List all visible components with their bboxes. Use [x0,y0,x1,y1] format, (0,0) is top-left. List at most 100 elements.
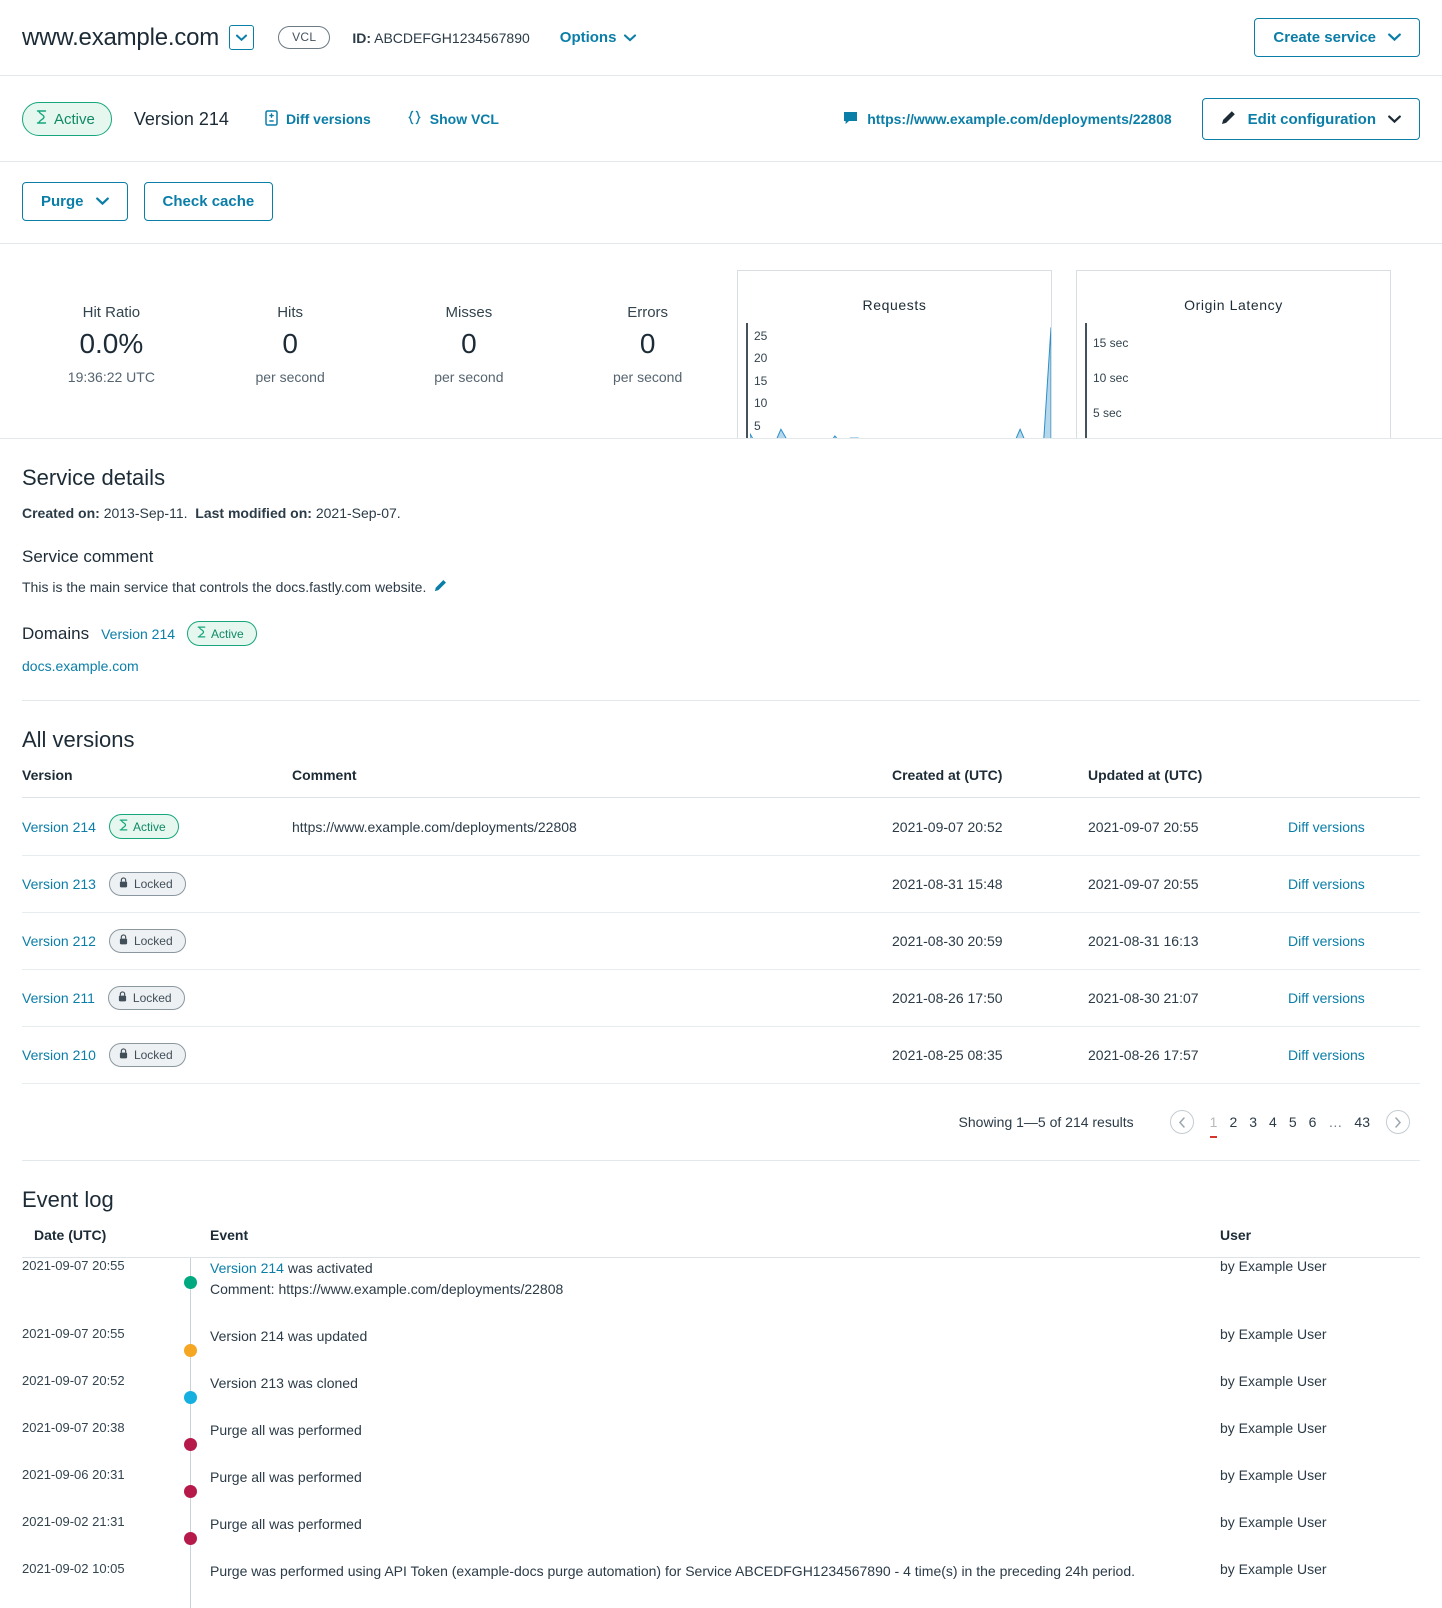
diff-versions-link[interactable]: Diff versions [1288,1047,1365,1063]
version-link[interactable]: Version 213 [22,876,96,892]
event-cell: Version 213 was cloned [210,1373,1220,1420]
domains-heading: Domains [22,624,89,644]
active-status-icon [36,110,47,128]
event-log-row: 2021-09-07 20:38Purge all was performedb… [22,1420,1420,1467]
deployment-url-link[interactable]: https://www.example.com/deployments/2280… [843,111,1171,128]
stat-hit-ratio: Hit Ratio 0.0% 19:36:22 UTC [22,304,201,385]
chevron-right-icon[interactable] [1386,1110,1410,1134]
event-version-link[interactable]: Version 214 [210,1260,284,1276]
event-log-row: 2021-09-06 20:31Purge all was performedb… [22,1467,1420,1514]
version-link[interactable]: Version 214 [22,819,96,835]
pagination-page[interactable]: 5 [1289,1111,1297,1136]
cell-updated-at: 2021-08-30 21:07 [1088,970,1288,1027]
cell-updated-at: 2021-09-07 20:55 [1088,798,1288,856]
show-vcl-link[interactable]: Show VCL [407,110,499,128]
event-date: 2021-09-07 20:55 [22,1258,172,1327]
origin-latency-chart[interactable]: Origin Latency 5 sec10 sec15 sec [1076,270,1391,439]
version-link[interactable]: Version 210 [22,1047,96,1063]
event-cell: Purge all was performed [210,1420,1220,1467]
pagination-page[interactable]: 43 [1354,1111,1370,1136]
check-cache-button[interactable]: Check cache [144,182,274,221]
domains-status-badge: Active [187,621,257,646]
diff-versions-link[interactable]: Diff versions [1288,990,1365,1006]
stat-misses: Misses 0 per second [380,304,559,385]
diff-icon [265,110,278,129]
service-comment-heading: Service comment [22,547,1420,567]
pagination-page[interactable]: 6 [1309,1111,1317,1136]
domain-link[interactable]: docs.example.com [22,658,1420,674]
stat-sub: per second [201,369,380,385]
diff-versions-link[interactable]: Diff versions [1288,819,1365,835]
event-log-table-head: Date (UTC) Event User [22,1227,1420,1258]
chevron-down-icon [1388,30,1401,45]
event-log-row: 2021-09-07 20:52Version 213 was clonedby… [22,1373,1420,1420]
event-user: by Example User [1220,1561,1420,1608]
stat-value: 0 [558,328,737,360]
origin-latency-chart-body: 5 sec10 sec15 sec [1077,323,1390,439]
versions-table-body: Version 214 Active https://www.example.com… [22,798,1420,1084]
event-text: Purge all was performed [210,1469,362,1485]
stat-label: Misses [380,304,559,321]
edit-configuration-button[interactable]: Edit configuration [1202,98,1420,140]
origin-latency-bar-series [1089,323,1390,439]
pencil-icon [1221,110,1236,128]
last-modified-value: 2021-Sep-07. [316,505,401,521]
event-text: Purge all was performed [210,1422,362,1438]
purge-button[interactable]: Purge [22,182,128,221]
version-link[interactable]: Version 212 [22,933,96,949]
version-status-label: Locked [134,934,173,948]
event-user: by Example User [1220,1467,1420,1514]
diff-versions-link[interactable]: Diff versions [1288,933,1365,949]
service-name: www.example.com [22,24,219,52]
create-service-button[interactable]: Create service [1254,18,1420,57]
cell-comment: https://www.example.com/deployments/2280… [292,798,892,856]
pagination-page[interactable]: 3 [1249,1111,1257,1136]
requests-chart[interactable]: Requests 510152025 [737,270,1052,439]
service-details-section: Service details Created on: 2013-Sep-11.… [0,465,1442,701]
event-log-row: 2021-09-07 20:55Version 214 was activate… [22,1258,1420,1327]
col-version: Version [22,767,292,798]
diff-versions-link[interactable]: Diff versions [1288,876,1365,892]
options-menu[interactable]: Options [560,29,637,46]
pagination-page[interactable]: 2 [1229,1111,1237,1136]
service-picker-chevron-down-icon[interactable] [229,25,254,50]
current-version-label: Version 214 [134,109,229,130]
domains-version-link[interactable]: Version 214 [101,626,175,642]
cell-version: Version 214 Active [22,798,292,856]
event-rail [172,1326,210,1373]
table-row: Version 210Locked2021-08-25 08:352021-08… [22,1027,1420,1084]
stat-label: Errors [558,304,737,321]
event-cell: Purge all was performed [210,1467,1220,1514]
event-cell: Purge all was performed [210,1514,1220,1561]
requests-chart-body: 510152025 [738,323,1051,439]
col-created: Created at (UTC) [892,767,1088,798]
cell-updated-at: 2021-08-31 16:13 [1088,913,1288,970]
stat-sub: per second [558,369,737,385]
event-user: by Example User [1220,1514,1420,1561]
service-page: www.example.com VCL ID: ABCDEFGH12345678… [0,0,1442,1608]
event-status-dot [184,1276,197,1289]
col-event: Event [210,1227,1220,1258]
chevron-down-icon [624,29,636,46]
service-id-value: ABCDEFGH1234567890 [374,30,530,46]
pagination-page[interactable]: 1 [1210,1111,1218,1138]
lock-icon [119,1048,128,1062]
version-link[interactable]: Version 211 [22,990,95,1006]
chevron-down-icon [1388,112,1401,127]
options-label: Options [560,29,617,46]
event-cell: Version 214 was updated [210,1326,1220,1373]
domains-status-label: Active [211,627,244,641]
event-rail [172,1420,210,1467]
service-comment-row: This is the main service that controls t… [22,579,1420,595]
active-status-icon [197,626,206,641]
col-comment: Comment [292,767,892,798]
diff-versions-link[interactable]: Diff versions [265,110,371,129]
chevron-left-icon[interactable] [1170,1110,1194,1134]
cell-action: Diff versions [1288,1027,1420,1084]
event-log-table-body: 2021-09-07 20:55Version 214 was activate… [22,1258,1420,1608]
all-versions-heading: All versions [22,727,1420,753]
event-log-section: Event log Date (UTC) Event User 2021-09-… [0,1187,1442,1608]
version-status-badge: Active [109,814,179,839]
pagination-page[interactable]: 4 [1269,1111,1277,1136]
edit-comment-pencil-icon[interactable] [434,579,447,595]
